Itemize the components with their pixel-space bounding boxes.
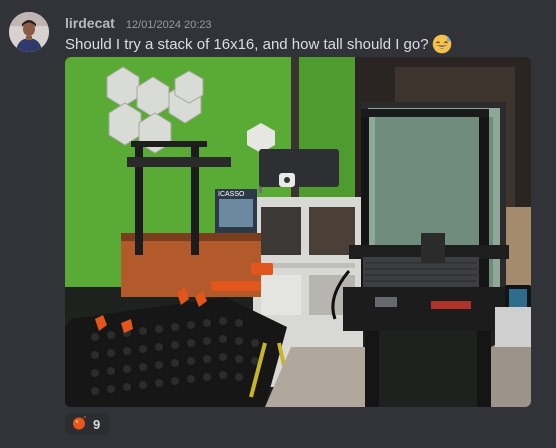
message-text: Should I try a stack of 16x16, and how t… bbox=[65, 36, 429, 53]
orange-dot-emoji-icon bbox=[72, 415, 87, 434]
message-content: Should I try a stack of 16x16, and how t… bbox=[65, 34, 452, 58]
sign-text: ICASSO bbox=[218, 191, 245, 198]
message-header: lirdecat 12/01/2024 20:23 bbox=[65, 13, 212, 31]
reaction-count: 9 bbox=[93, 416, 101, 432]
reaction-button[interactable]: 9 bbox=[65, 413, 110, 435]
user-avatar[interactable] bbox=[9, 12, 49, 52]
timestamp: 12/01/2024 20:23 bbox=[125, 19, 212, 31]
image-attachment[interactable]: ICASSO bbox=[65, 57, 531, 407]
attachment-photo: ICASSO bbox=[65, 57, 531, 407]
avatar-image bbox=[9, 12, 49, 52]
chat-message: lirdecat 12/01/2024 20:23 Should I try a… bbox=[0, 0, 556, 448]
username[interactable]: lirdecat bbox=[65, 15, 115, 31]
sweat-smile-emoji-icon bbox=[432, 34, 452, 58]
